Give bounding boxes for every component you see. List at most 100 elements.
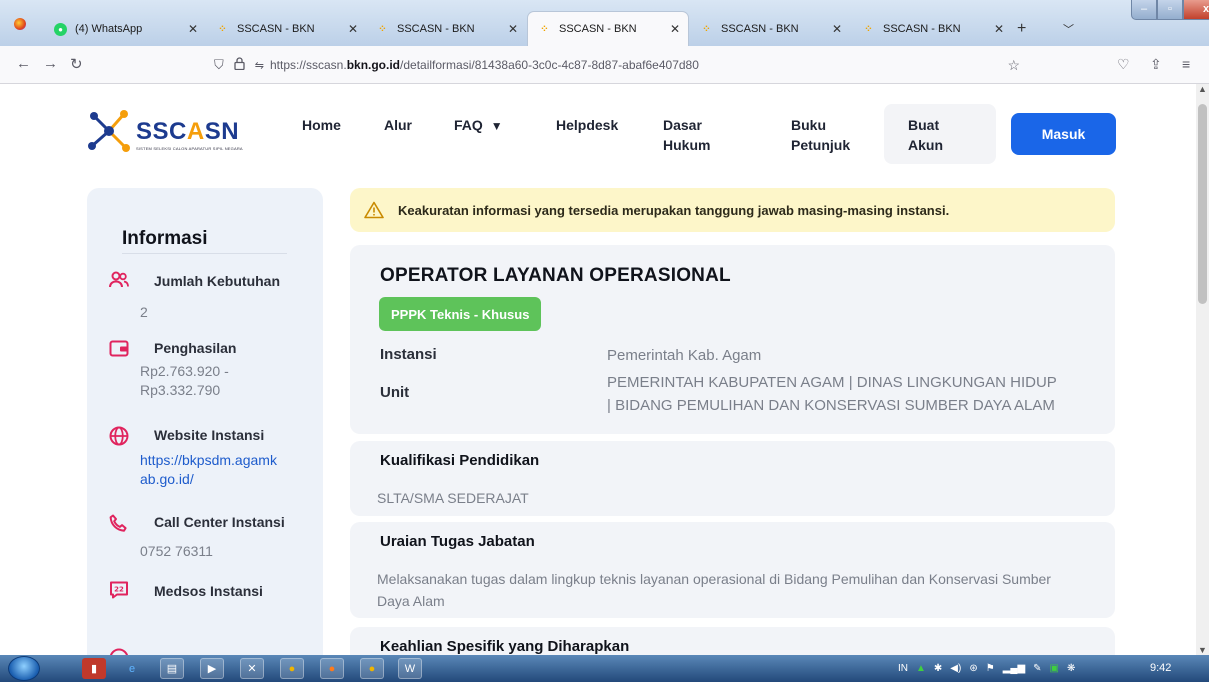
chrome-icon[interactable]: ● <box>280 658 304 679</box>
flag-icon[interactable]: ⚑ <box>986 663 995 674</box>
windows-taskbar: ▮ e ▤ ▶ ✕ ● ● ● W IN ▲ ✱ ◀) ⊛ ⚑ ▂▄▆ ✎ ▣ … <box>0 655 1209 682</box>
tab-title: SSCASN - BKN <box>237 23 315 35</box>
accuracy-alert: Keakuratan informasi yang tersedia merup… <box>350 188 1115 232</box>
nav-faq[interactable]: FAQ ▼ <box>454 115 503 136</box>
tab-sscasn-1[interactable]: ⁘ SSCASN - BKN ✕ <box>206 12 366 46</box>
penghasilan-label: Penghasilan <box>154 340 237 356</box>
jumlah-kebutuhan-label: Jumlah Kebutuhan <box>154 273 281 289</box>
tracking-protection-icon[interactable]: ⛉ <box>214 57 224 73</box>
nav-faq-label: FAQ <box>454 117 483 133</box>
unit-label: Unit <box>380 384 410 401</box>
sscasn-logo-mark-icon <box>88 110 130 152</box>
close-icon[interactable]: ✕ <box>188 22 198 36</box>
browser-tab-strip: ● (4) WhatsApp ✕ ⁘ SSCASN - BKN ✕ ⁘ SSCA… <box>0 0 1209 46</box>
tab-sscasn-4[interactable]: ⁘ SSCASN - BKN ✕ <box>690 12 850 46</box>
kualifikasi-value: SLTA/SMA SEDERAJAT <box>377 490 529 506</box>
office-icon[interactable]: ▮ <box>82 658 106 679</box>
tab-title: (4) WhatsApp <box>75 23 143 35</box>
windows-start-button[interactable] <box>8 656 40 681</box>
sscasn-icon: ⁘ <box>702 23 711 35</box>
website-instansi-link[interactable]: https://bkpsdm.agamk ab.go.id/ <box>140 451 310 489</box>
keahlian-heading: Keahlian Spesifik yang Diharapkan <box>380 638 630 655</box>
url-bar[interactable]: ⛉ ⇋ https://sscasn.bkn.go.id/detailforma… <box>200 52 1020 78</box>
sscasn-logo[interactable]: SSCASN SISTEM SELEKSI CALON APARATUR SIP… <box>86 104 243 158</box>
close-icon[interactable]: ✕ <box>994 22 1004 36</box>
firefox-icon[interactable] <box>14 18 26 30</box>
nav-label-line: Hukum <box>663 137 711 153</box>
file-explorer-icon[interactable]: ▤ <box>160 658 184 679</box>
chrome-second-icon[interactable]: ● <box>360 658 384 679</box>
call-center-label: Call Center Instansi <box>154 514 285 530</box>
masuk-button[interactable]: Masuk <box>1011 113 1116 155</box>
close-icon[interactable]: ✕ <box>508 22 518 36</box>
word-icon[interactable]: W <box>398 658 422 679</box>
back-icon[interactable]: ← <box>16 55 31 72</box>
minimize-icon[interactable]: – <box>1131 0 1157 20</box>
system-tray: IN ▲ ✱ ◀) ⊛ ⚑ ▂▄▆ ✎ ▣ ❋ <box>898 655 1128 682</box>
scroll-down-icon[interactable]: ▼ <box>1198 645 1207 655</box>
tray-tool-icon[interactable]: ✎ <box>1033 663 1041 674</box>
close-icon[interactable]: ✕ <box>348 22 358 36</box>
new-tab-icon[interactable]: + <box>1017 20 1026 38</box>
language-indicator[interactable]: IN <box>898 663 908 674</box>
forward-icon[interactable]: → <box>43 55 58 72</box>
lock-icon[interactable] <box>234 57 245 73</box>
pocket-icon[interactable]: ♡ <box>1117 56 1130 73</box>
uraian-tugas-text: Melaksanakan tugas dalam lingkup teknis … <box>377 571 1051 609</box>
alert-text: Keakuratan informasi yang tersedia merup… <box>398 202 950 218</box>
nav-dasar-hukum[interactable]: Dasar Hukum <box>663 115 710 155</box>
buat-akun-button[interactable]: Buat Akun <box>884 104 996 164</box>
media-player-icon[interactable]: ▶ <box>200 658 224 679</box>
unit-value: PEMERINTAH KABUPATEN AGAM | DINAS LINGKU… <box>607 374 1057 414</box>
tab-title: SSCASN - BKN <box>721 23 799 35</box>
network-signal-icon[interactable]: ▂▄▆ <box>1003 663 1025 674</box>
call-center-value: 0752 76311 <box>140 543 213 559</box>
tab-title: SSCASN - BKN <box>397 23 475 35</box>
penghasilan-value: Rp2.763.920 - Rp3.332.790 <box>140 363 229 398</box>
job-type-badge: PPPK Teknis - Khusus <box>379 297 542 331</box>
window-close-icon[interactable]: x <box>1183 0 1209 20</box>
tab-sscasn-active[interactable]: ⁘ SSCASN - BKN ✕ <box>528 12 688 46</box>
tray-monitor-icon[interactable]: ▣ <box>1050 663 1059 674</box>
reload-icon[interactable]: ↻ <box>70 55 83 73</box>
nav-alur[interactable]: Alur <box>384 115 412 135</box>
tray-settings-icon[interactable]: ✱ <box>934 663 942 674</box>
scrollbar-thumb[interactable] <box>1198 104 1207 304</box>
instansi-label: Instansi <box>380 346 437 363</box>
instansi-value: Pemerintah Kab. Agam <box>607 347 762 364</box>
maximize-icon[interactable]: ▫ <box>1157 0 1183 20</box>
taskbar-clock[interactable]: 9:42 <box>1150 662 1171 674</box>
tray-extra-icon[interactable]: ❋ <box>1067 663 1075 674</box>
job-info-card: OPERATOR LAYANAN OPERASIONAL PPPK Teknis… <box>350 245 1115 434</box>
share-icon[interactable]: ⇪ <box>1150 56 1162 73</box>
app-menu-icon[interactable]: ≡ <box>1182 56 1190 72</box>
jumlah-kebutuhan-value: 2 <box>140 304 148 320</box>
page-scrollbar[interactable]: ▲ ▼ <box>1196 84 1209 655</box>
internet-explorer-icon[interactable]: e <box>120 658 144 679</box>
tray-app-icon[interactable]: ▲ <box>916 663 926 674</box>
volume-icon[interactable]: ◀) <box>950 663 961 674</box>
tab-whatsapp[interactable]: ● (4) WhatsApp ✕ <box>44 12 206 46</box>
list-all-tabs-icon[interactable]: ﹀ <box>1063 21 1074 37</box>
page-viewport: SSCASN SISTEM SELEKSI CALON APARATUR SIP… <box>0 84 1196 655</box>
nav-helpdesk[interactable]: Helpdesk <box>556 115 618 135</box>
tab-title: SSCASN - BKN <box>883 23 961 35</box>
nav-buku-petunjuk[interactable]: Buku Petunjuk <box>791 115 850 155</box>
tab-sscasn-5[interactable]: ⁘ SSCASN - BKN ✕ <box>852 12 1012 46</box>
bookmark-star-icon[interactable]: ☆ <box>1007 57 1020 74</box>
tab-sscasn-2[interactable]: ⁘ SSCASN - BKN ✕ <box>366 12 526 46</box>
scroll-up-icon[interactable]: ▲ <box>1198 84 1207 94</box>
permissions-icon[interactable]: ⇋ <box>255 59 264 72</box>
svg-text:22: 22 <box>114 586 124 594</box>
tray-misc-icon[interactable]: ⊛ <box>969 663 977 674</box>
nav-home[interactable]: Home <box>302 115 341 135</box>
chevron-down-icon: ▼ <box>490 119 503 133</box>
phone-icon <box>109 514 127 532</box>
firefox-taskbar-icon[interactable]: ● <box>320 658 344 679</box>
sscasn-icon: ⁘ <box>540 23 549 35</box>
excel-icon[interactable]: ✕ <box>240 658 264 679</box>
informasi-sidebar: Informasi Jumlah Kebutuhan 2 Penghasilan… <box>87 188 323 655</box>
url-text[interactable]: https://sscasn.bkn.go.id/detailformasi/8… <box>270 58 699 72</box>
close-icon[interactable]: ✕ <box>832 22 842 36</box>
close-icon[interactable]: ✕ <box>670 22 680 36</box>
